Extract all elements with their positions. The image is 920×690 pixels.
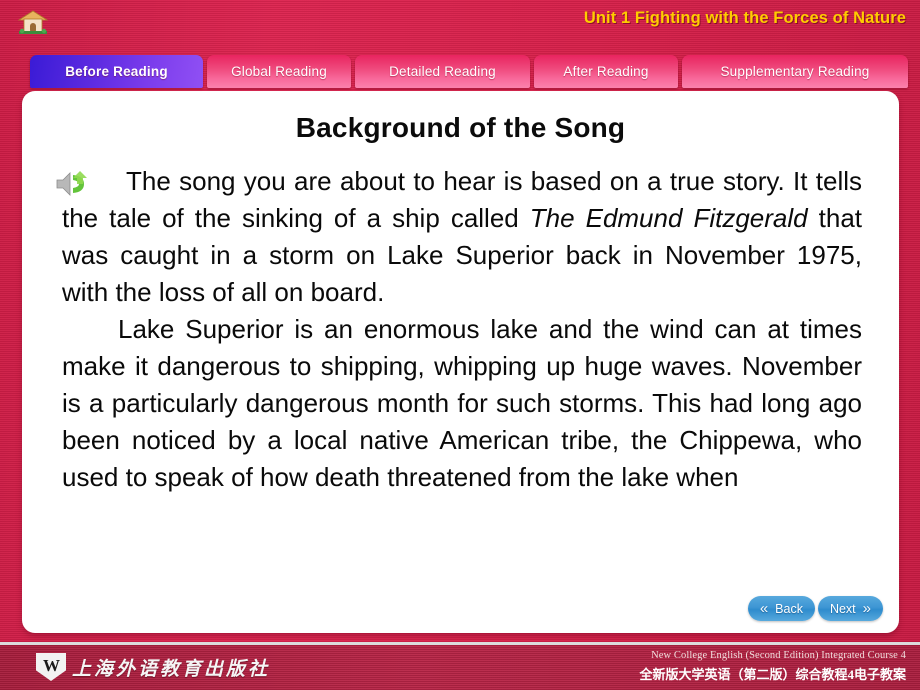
tab-supplementary-reading[interactable]: Supplementary Reading [682, 55, 908, 88]
chevron-right-icon: » [862, 600, 871, 617]
home-icon[interactable] [17, 9, 49, 35]
navigation-buttons: « Back Next » [747, 596, 883, 621]
publisher-logo: W 上海外语教育出版社 [36, 653, 270, 681]
tab-before-reading[interactable]: Before Reading [30, 55, 203, 88]
slide-footer: W 上海外语教育出版社 New College English (Second … [0, 642, 920, 690]
content-panel: Background of the Song The song you are … [22, 91, 899, 633]
back-button-label: Back [775, 601, 803, 616]
chevron-left-icon: « [759, 600, 769, 617]
page-title: Unit 1 Fighting with the Forces of Natur… [583, 9, 906, 27]
tab-bar: Before Reading Global Reading Detailed R… [0, 55, 920, 92]
next-button[interactable]: Next » [817, 596, 883, 621]
passage-p1-ship-name: The Edmund Fitzgerald [529, 203, 808, 233]
presentation-slide: Unit 1 Fighting with the Forces of Natur… [0, 0, 920, 690]
publisher-name: 上海外语教育出版社 [72, 658, 271, 680]
course-title-english: New College English (Second Edition) Int… [651, 650, 906, 661]
slide-header: Unit 1 Fighting with the Forces of Natur… [0, 0, 920, 46]
next-button-label: Next [829, 601, 856, 616]
back-button[interactable]: « Back [747, 596, 815, 621]
publisher-mark-letter: W [43, 656, 60, 675]
tab-detailed-reading[interactable]: Detailed Reading [355, 55, 530, 88]
course-info: New College English (Second Edition) Int… [639, 650, 906, 683]
course-title-chinese: 全新版大学英语（第二版）综合教程4电子教案 [639, 667, 906, 682]
passage-paragraph-1: The song you are about to hear is based … [62, 163, 862, 311]
publisher-mark-icon: W [36, 653, 66, 681]
tab-after-reading[interactable]: After Reading [534, 55, 678, 88]
passage-paragraph-2: Lake Superior is an enormous lake and th… [62, 314, 862, 492]
content-heading: Background of the Song [295, 112, 626, 143]
tab-global-reading[interactable]: Global Reading [207, 55, 351, 88]
reading-passage: The song you are about to hear is based … [62, 163, 862, 496]
